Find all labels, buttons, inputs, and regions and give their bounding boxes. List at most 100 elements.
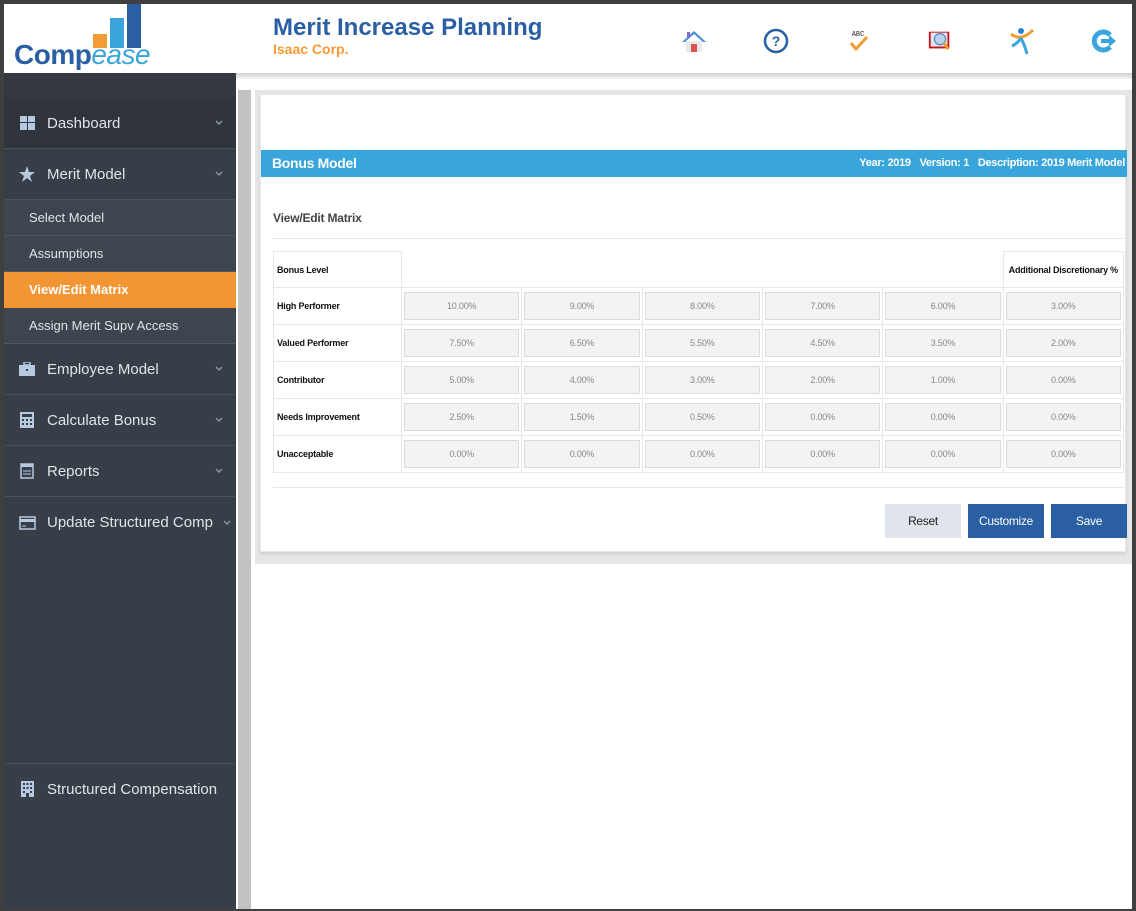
svg-text:?: ?	[772, 33, 781, 49]
discretionary-header: Additional Discretionary %	[1002, 251, 1125, 288]
sidebar-item-calculate-bonus[interactable]: Calculate Bonus	[4, 395, 236, 446]
bonus-percent-input[interactable]	[524, 292, 640, 320]
sidebar-item-label: Update Structured Comp	[47, 514, 213, 531]
bonus-percent-input[interactable]	[644, 366, 760, 394]
matrix-cell	[882, 324, 1004, 362]
matrix-cell	[1002, 287, 1125, 325]
save-button[interactable]: Save	[1051, 504, 1127, 538]
app-title: Merit Increase Planning	[273, 14, 543, 41]
home-icon[interactable]	[681, 28, 707, 54]
column-header-3	[642, 251, 763, 288]
discretionary-input[interactable]	[1005, 403, 1121, 431]
sidebar-subitem-select-model[interactable]: Select Model	[4, 200, 236, 236]
sidebar-item-merit-model[interactable]: Merit Model	[4, 149, 236, 200]
matrix-cell	[761, 435, 884, 473]
sidebar-item-label: Employee Model	[47, 360, 159, 378]
matrix-cell	[641, 398, 763, 436]
bonus-model-panel: Bonus Model Year: 2019 Version: 1 Descri…	[260, 94, 1127, 552]
sidebar-subitem-assign-merit-supv-access[interactable]: Assign Merit Supv Access	[4, 308, 236, 344]
bonus-percent-input[interactable]	[885, 440, 1001, 468]
discretionary-input[interactable]	[1005, 329, 1121, 357]
bonus-percent-input[interactable]	[524, 366, 640, 394]
bonus-percent-input[interactable]	[524, 440, 640, 468]
logo-wordmark: Compease	[14, 39, 151, 71]
sidebar-item-reports[interactable]: Reports	[4, 446, 236, 497]
bonus-percent-input[interactable]	[404, 440, 520, 468]
bonus-percent-input[interactable]	[764, 366, 881, 394]
sidebar-item-label: Reports	[47, 462, 100, 480]
table-row: Needs Improvement	[273, 398, 1125, 436]
bonus-percent-input[interactable]	[524, 329, 640, 357]
bonus-percent-input[interactable]	[644, 403, 760, 431]
card-icon	[18, 514, 36, 532]
reset-button[interactable]: Reset	[885, 504, 961, 538]
briefcase-icon	[18, 360, 36, 378]
bonus-percent-input[interactable]	[404, 292, 520, 320]
compease-logo[interactable]: Compease	[12, 4, 151, 70]
bonus-percent-input[interactable]	[764, 329, 881, 357]
sidebar-item-structured-compensation[interactable]: Structured Compensation	[4, 764, 236, 814]
matrix-cell	[521, 361, 643, 399]
matrix-cell	[400, 435, 523, 473]
matrix-cell	[1002, 324, 1125, 362]
sidebar-item-dashboard[interactable]: Dashboard	[4, 98, 236, 149]
user-activity-icon[interactable]	[1009, 28, 1035, 55]
sidebar-subitem-assumptions[interactable]: Assumptions	[4, 236, 236, 272]
chevron-down-icon	[214, 466, 224, 476]
top-header: Compease Merit Increase Planning Isaac C…	[4, 4, 1132, 73]
matrix-cell	[521, 324, 643, 362]
bonus-percent-input[interactable]	[644, 292, 760, 320]
bonus-percent-input[interactable]	[404, 403, 520, 431]
sidebar-item-employee-model[interactable]: Employee Model	[4, 344, 236, 395]
bonus-percent-input[interactable]	[644, 440, 760, 468]
content-scrollbar[interactable]	[238, 90, 251, 909]
bonus-percent-input[interactable]	[764, 292, 881, 320]
table-row: Valued Performer	[273, 324, 1125, 362]
search-book-icon[interactable]	[927, 28, 953, 54]
app-window: Compease Merit Increase Planning Isaac C…	[4, 4, 1132, 909]
model-version: Version: 1	[919, 157, 970, 169]
chevron-down-icon	[214, 364, 224, 374]
sidebar-subitem-view-edit-matrix[interactable]: View/Edit Matrix	[4, 272, 236, 308]
bonus-percent-input[interactable]	[764, 440, 881, 468]
bonus-matrix-table: Bonus Level Additional Discretionary % H…	[273, 251, 1125, 473]
matrix-cell	[761, 324, 884, 362]
logout-icon[interactable]	[1091, 28, 1117, 54]
matrix-cell	[400, 324, 523, 362]
logo-text-comp: Comp	[14, 39, 92, 70]
bonus-percent-input[interactable]	[404, 329, 520, 357]
help-icon[interactable]: ?	[763, 28, 789, 54]
matrix-cell	[761, 361, 884, 399]
company-name: Isaac Corp.	[273, 41, 349, 57]
discretionary-input[interactable]	[1005, 292, 1121, 320]
matrix-cell	[882, 435, 1004, 473]
matrix-cell	[761, 398, 884, 436]
sidebar-item-update-structured-comp[interactable]: Update Structured Comp	[4, 497, 236, 548]
matrix-cell	[641, 361, 763, 399]
column-header-4	[762, 251, 883, 288]
matrix-cell	[761, 287, 884, 325]
bonus-percent-input[interactable]	[885, 403, 1001, 431]
bonus-percent-input[interactable]	[885, 329, 1001, 357]
customize-button[interactable]: Customize	[968, 504, 1044, 538]
bonus-percent-input[interactable]	[885, 292, 1001, 320]
logo-text-ease: ease	[91, 39, 151, 70]
row-label: Needs Improvement	[273, 398, 402, 436]
sidebar-top-spacer	[4, 73, 236, 98]
bonus-percent-input[interactable]	[644, 329, 760, 357]
chevron-down-icon	[214, 169, 224, 179]
spellcheck-icon[interactable]: ABC	[845, 28, 871, 54]
matrix-cell	[641, 287, 763, 325]
panel-meta: Year: 2019 Version: 1 Description: 2019 …	[853, 157, 1125, 169]
discretionary-input[interactable]	[1005, 366, 1121, 394]
discretionary-input[interactable]	[1005, 440, 1121, 468]
bonus-percent-input[interactable]	[764, 403, 881, 431]
bonus-percent-input[interactable]	[885, 366, 1001, 394]
bonus-percent-input[interactable]	[524, 403, 640, 431]
bonus-percent-input[interactable]	[404, 366, 520, 394]
report-icon	[18, 462, 36, 480]
header-divider	[236, 73, 1132, 79]
sidebar-bottom-section: Structured Compensation	[4, 763, 236, 814]
dashboard-icon	[18, 114, 36, 132]
table-row: Contributor	[273, 361, 1125, 399]
